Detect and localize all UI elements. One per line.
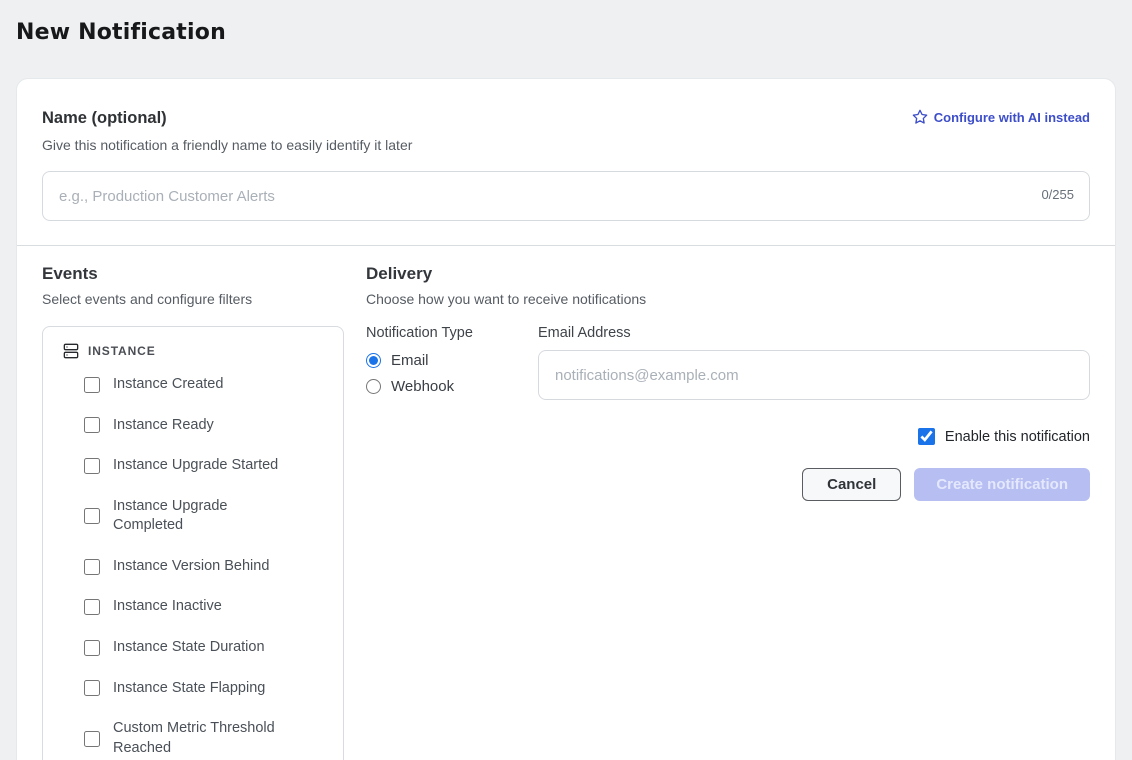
configure-ai-button[interactable]: Configure with AI instead [912, 109, 1090, 125]
events-section: Events Select events and configure filte… [42, 264, 344, 760]
event-checkbox[interactable] [84, 599, 100, 615]
notification-type-options: Email Webhook [366, 352, 538, 395]
event-checkbox-item[interactable]: Instance Version Behind [84, 557, 329, 577]
event-checkbox-item[interactable]: Instance Upgrade Started [84, 456, 329, 476]
char-counter: 0/255 [1041, 187, 1074, 202]
event-checkbox-item[interactable]: Instance Created [84, 375, 329, 395]
delivery-heading: Delivery [366, 264, 1090, 284]
event-checkbox-item[interactable]: Instance State Flapping [84, 679, 329, 699]
event-label: Instance Inactive [113, 597, 222, 617]
event-checkbox[interactable] [84, 417, 100, 433]
enable-notification-label: Enable this notification [945, 429, 1090, 445]
notification-type-group: Notification Type Email Webhook [366, 325, 538, 404]
notification-type-option-email[interactable]: Email [366, 352, 538, 369]
create-notification-button[interactable]: Create notification [914, 468, 1090, 501]
cancel-button[interactable]: Cancel [802, 468, 901, 501]
notification-type-label: Notification Type [366, 325, 538, 341]
event-group-header: INSTANCE [63, 343, 329, 359]
event-checkbox[interactable] [84, 731, 100, 747]
events-description: Select events and configure filters [42, 291, 344, 307]
events-heading: Events [42, 264, 344, 284]
radio-label: Email [391, 352, 429, 369]
star-icon [912, 109, 928, 125]
section-divider [17, 245, 1115, 246]
event-checkbox[interactable] [84, 640, 100, 656]
event-label: Instance Upgrade Started [113, 456, 278, 476]
event-checkbox-item[interactable]: Instance Inactive [84, 597, 329, 617]
event-label: Instance Version Behind [113, 557, 269, 577]
new-notification-page: New Notification Name (optional) Configu… [0, 0, 1132, 760]
name-description: Give this notification a friendly name t… [42, 137, 1090, 153]
event-label: Instance State Duration [113, 638, 265, 658]
radio-button[interactable] [366, 353, 381, 368]
event-label: Instance State Flapping [113, 679, 265, 699]
configure-ai-label: Configure with AI instead [934, 110, 1090, 125]
event-label: Instance Created [113, 375, 223, 395]
event-label: Instance Ready [113, 416, 214, 436]
event-checkbox-item[interactable]: Instance State Duration [84, 638, 329, 658]
delivery-description: Choose how you want to receive notificat… [366, 291, 1090, 307]
name-section-heading: Name (optional) [42, 109, 167, 128]
event-group-label: INSTANCE [88, 344, 156, 358]
email-input[interactable] [538, 350, 1090, 400]
page-title: New Notification [16, 20, 226, 45]
radio-label: Webhook [391, 378, 454, 395]
name-input[interactable] [42, 171, 1090, 221]
event-checkbox[interactable] [84, 458, 100, 474]
event-checkbox[interactable] [84, 377, 100, 393]
server-icon [63, 343, 79, 359]
event-label: Instance Upgrade Completed [113, 497, 285, 536]
events-box: INSTANCE Instance Created Instance Ready In… [42, 326, 344, 760]
event-checkbox[interactable] [84, 508, 100, 524]
event-checkbox-item[interactable]: Custom Metric Threshold Reached [84, 719, 329, 758]
notification-form-card: Name (optional) Configure with AI instea… [16, 78, 1116, 760]
event-checkbox[interactable] [84, 680, 100, 696]
notification-type-option-webhook[interactable]: Webhook [366, 378, 538, 395]
enable-notification-checkbox[interactable] [918, 428, 935, 445]
email-address-group: Email Address [538, 325, 1090, 404]
email-address-label: Email Address [538, 325, 1090, 341]
event-checkbox[interactable] [84, 559, 100, 575]
radio-button[interactable] [366, 379, 381, 394]
event-label: Custom Metric Threshold Reached [113, 719, 285, 758]
event-checkbox-item[interactable]: Instance Ready [84, 416, 329, 436]
event-checkbox-item[interactable]: Instance Upgrade Completed [84, 497, 329, 536]
delivery-section: Delivery Choose how you want to receive … [366, 264, 1090, 760]
